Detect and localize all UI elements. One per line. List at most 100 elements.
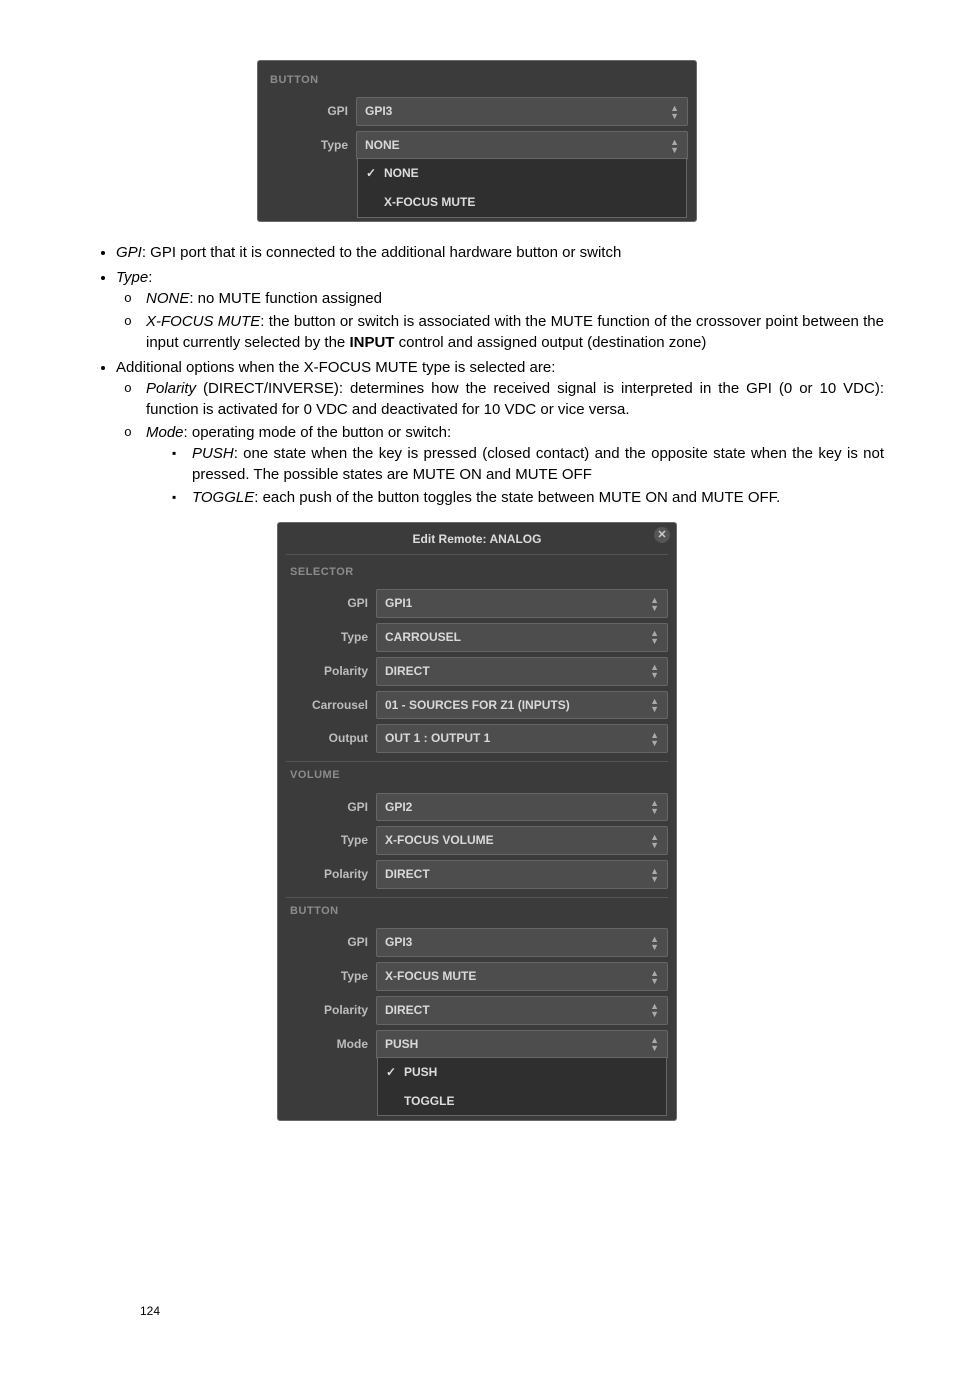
row-btn-polarity: Polarity DIRECT ▲▼ (286, 996, 668, 1025)
sq-toggle: TOGGLE: each push of the button toggles … (192, 487, 884, 508)
value: 01 - SOURCES FOR Z1 (INPUTS) (385, 697, 570, 714)
row-sel-polarity: Polarity DIRECT▲▼ (286, 657, 668, 686)
stepper-icon: ▲▼ (650, 731, 659, 747)
value: X-FOCUS MUTE (385, 968, 476, 985)
select-type[interactable]: NONE ▲▼ NONE X-FOCUS MUTE (356, 131, 688, 160)
value: DIRECT (385, 663, 430, 680)
row-btn-type: Type X-FOCUS MUTE ▲▼ (286, 962, 668, 991)
value: PUSH (385, 1036, 418, 1053)
sub-polarity: Polarity (DIRECT/INVERSE): determines ho… (146, 378, 884, 420)
stepper-icon: ▲▼ (650, 969, 659, 985)
stepper-icon: ▲▼ (650, 1036, 659, 1052)
text: : one state when the key is pressed (clo… (192, 445, 884, 483)
row-gpi: GPI GPI3 ▲▼ (266, 97, 688, 126)
select-btn-gpi[interactable]: GPI3 ▲▼ (376, 928, 668, 957)
strong-input: INPUT (349, 334, 394, 351)
stepper-icon: ▲▼ (650, 629, 659, 645)
label: Mode (286, 1036, 376, 1053)
select-vol-gpi[interactable]: GPI2 ▲▼ (376, 793, 668, 822)
bullet-list: GPI: GPI port that it is connected to th… (70, 242, 884, 508)
select-btn-type[interactable]: X-FOCUS MUTE ▲▼ (376, 962, 668, 991)
section-title-selector: SELECTOR (286, 559, 668, 584)
row-vol-gpi: GPI GPI2 ▲▼ (286, 793, 668, 822)
text: : GPI port that it is connected to the a… (142, 244, 621, 261)
panel-button-simple: BUTTON GPI GPI3 ▲▼ Type NONE ▲▼ NONE X-F… (257, 60, 697, 222)
stepper-icon: ▲▼ (650, 799, 659, 815)
text: (DIRECT/INVERSE): determines how the rec… (146, 380, 884, 418)
dropdown-mode: PUSH TOGGLE (377, 1057, 667, 1117)
label: Polarity (286, 1002, 376, 1019)
row-sel-carrousel: Carrousel 01 - SOURCES FOR Z1 (INPUTS)▲▼ (286, 691, 668, 720)
value: GPI1 (385, 595, 412, 612)
value: OUT 1 : OUTPUT 1 (385, 730, 490, 747)
dropdown-item-none[interactable]: NONE (358, 159, 686, 188)
value: GPI2 (385, 799, 412, 816)
stepper-icon: ▲▼ (670, 138, 679, 154)
value: X-FOCUS VOLUME (385, 832, 494, 849)
panel-edit-remote: ✕ Edit Remote: ANALOG SELECTOR GPI GPI1▲… (277, 522, 677, 1121)
label: GPI (286, 799, 376, 816)
select-vol-polarity[interactable]: DIRECT ▲▼ (376, 860, 668, 889)
value: CARROUSEL (385, 629, 461, 646)
select-sel-carrousel[interactable]: 01 - SOURCES FOR Z1 (INPUTS)▲▼ (376, 691, 668, 720)
em: TOGGLE (192, 489, 254, 506)
select-btn-polarity[interactable]: DIRECT ▲▼ (376, 996, 668, 1025)
label: Output (286, 730, 376, 747)
row-sel-type: Type CARROUSEL ▲▼ (286, 623, 668, 652)
label: Polarity (286, 663, 376, 680)
label: Carrousel (286, 697, 376, 714)
text: : (148, 269, 152, 286)
sub-mode: Mode: operating mode of the button or sw… (146, 422, 884, 508)
row-sel-gpi: GPI GPI1▲▼ (286, 589, 668, 618)
sub-none: NONE: no MUTE function assigned (146, 288, 884, 309)
text: control and assigned output (destination… (394, 334, 706, 351)
label: GPI (286, 595, 376, 612)
label-gpi: GPI (266, 103, 356, 120)
sublist-type: NONE: no MUTE function assigned X-FOCUS … (116, 288, 884, 353)
select-gpi[interactable]: GPI3 ▲▼ (356, 97, 688, 126)
row-btn-mode: Mode PUSH ▲▼ PUSH TOGGLE (286, 1030, 668, 1059)
row-sel-output: Output OUT 1 : OUTPUT 1 ▲▼ (286, 724, 668, 753)
dialog-title: Edit Remote: ANALOG (286, 529, 668, 555)
close-icon[interactable]: ✕ (654, 527, 670, 543)
dropdown-type: NONE X-FOCUS MUTE (357, 158, 687, 218)
page-number: 124 (140, 1303, 160, 1320)
select-sel-gpi[interactable]: GPI1▲▼ (376, 589, 668, 618)
sublist-mode: PUSH: one state when the key is pressed … (146, 443, 884, 508)
value: DIRECT (385, 866, 430, 883)
select-type-value: NONE (365, 137, 400, 154)
dropdown-item-xfocus-mute[interactable]: X-FOCUS MUTE (358, 188, 686, 217)
section-title-button: BUTTON (266, 67, 688, 92)
row-vol-polarity: Polarity DIRECT ▲▼ (286, 860, 668, 889)
select-sel-polarity[interactable]: DIRECT▲▼ (376, 657, 668, 686)
bullet-type: Type: NONE: no MUTE function assigned X-… (116, 267, 884, 353)
stepper-icon: ▲▼ (670, 104, 679, 120)
text: : operating mode of the button or switch… (184, 424, 452, 441)
label: Type (286, 832, 376, 849)
text: : no MUTE function assigned (189, 290, 382, 307)
em: Polarity (146, 380, 196, 397)
select-btn-mode[interactable]: PUSH ▲▼ PUSH TOGGLE (376, 1030, 668, 1059)
select-vol-type[interactable]: X-FOCUS VOLUME ▲▼ (376, 826, 668, 855)
label: Type (286, 968, 376, 985)
label-type: Type (266, 137, 356, 154)
dropdown-item-push[interactable]: PUSH (378, 1058, 666, 1087)
row-btn-gpi: GPI GPI3▲▼ (286, 928, 668, 957)
text: Additional options when the X-FOCUS MUTE… (116, 359, 555, 376)
label: Polarity (286, 866, 376, 883)
row-vol-type: Type X-FOCUS VOLUME ▲▼ (286, 826, 668, 855)
label: Type (286, 629, 376, 646)
stepper-icon: ▲▼ (650, 867, 659, 883)
dropdown-item-toggle[interactable]: TOGGLE (378, 1087, 666, 1116)
sub-xfocus: X-FOCUS MUTE: the button or switch is as… (146, 311, 884, 353)
section-title-button2: BUTTON (286, 897, 668, 923)
section-title-volume: VOLUME (286, 761, 668, 787)
stepper-icon: ▲▼ (650, 1002, 659, 1018)
select-sel-output[interactable]: OUT 1 : OUTPUT 1 ▲▼ (376, 724, 668, 753)
stepper-icon: ▲▼ (650, 833, 659, 849)
value: GPI3 (385, 934, 412, 951)
value: DIRECT (385, 1002, 430, 1019)
stepper-icon: ▲▼ (650, 935, 659, 951)
select-sel-type[interactable]: CARROUSEL ▲▼ (376, 623, 668, 652)
bullet-additional: Additional options when the X-FOCUS MUTE… (116, 357, 884, 508)
